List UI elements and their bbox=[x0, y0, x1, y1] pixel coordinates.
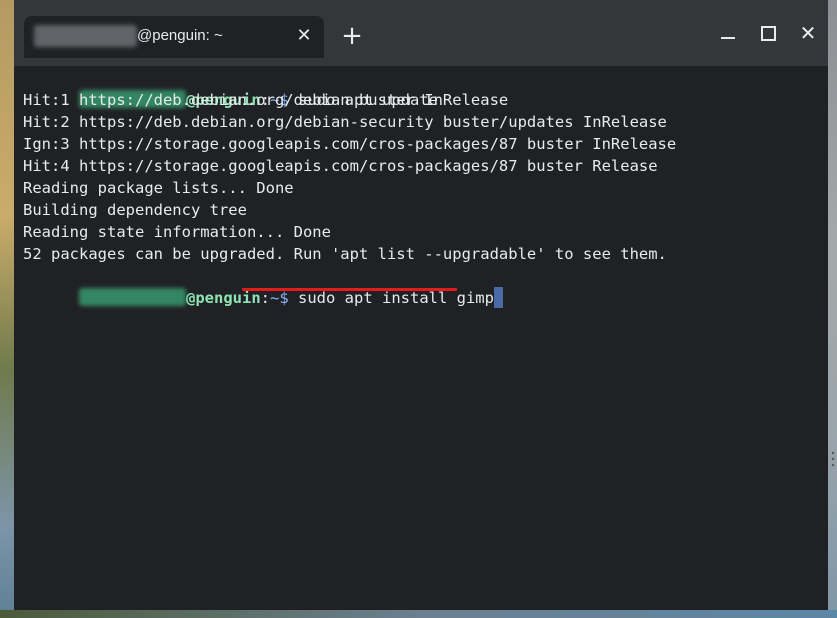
output-line: Reading package lists... Done bbox=[23, 179, 294, 197]
text-cursor bbox=[493, 287, 503, 308]
prompt-path: ~$ bbox=[270, 289, 289, 307]
redacted-username bbox=[34, 25, 137, 47]
highlight-underline bbox=[242, 288, 457, 291]
minimize-icon bbox=[721, 37, 735, 39]
maximize-icon bbox=[760, 26, 776, 41]
window-close-button[interactable]: ✕ bbox=[793, 20, 823, 46]
desktop-wallpaper-left bbox=[0, 0, 14, 618]
output-line: Ign:3 https://storage.googleapis.com/cro… bbox=[23, 135, 677, 153]
output-line: 52 packages can be upgraded. Run 'apt li… bbox=[23, 245, 667, 263]
output-line: Hit:1 https://deb.debian.org/debian bust… bbox=[23, 91, 509, 109]
desktop-wallpaper-bottom bbox=[0, 610, 837, 618]
terminal-output[interactable]: @penguin:~$ sudo apt update Hit:1 https:… bbox=[14, 66, 828, 610]
prompt-line: @penguin:~$ sudo apt install gimp bbox=[23, 265, 503, 308]
output-line: Hit:2 https://deb.debian.org/debian-secu… bbox=[23, 113, 667, 131]
redacted-username bbox=[79, 288, 186, 306]
resize-handle-icon[interactable] bbox=[831, 450, 835, 468]
new-tab-button[interactable]: + bbox=[339, 23, 365, 49]
terminal-window: @penguin: ~ ✕ + ✕ @penguin:~$ sudo apt u… bbox=[14, 0, 828, 610]
command-text: sudo apt install gimp bbox=[288, 289, 494, 307]
prompt-separator: : bbox=[260, 289, 270, 307]
output-line: Reading state information... Done bbox=[23, 223, 331, 241]
tab-title: @penguin: ~ bbox=[137, 27, 223, 44]
title-bar[interactable]: @penguin: ~ ✕ + ✕ bbox=[14, 0, 828, 66]
minimize-button[interactable] bbox=[713, 20, 743, 46]
output-line: Building dependency tree bbox=[23, 201, 247, 219]
tab-terminal[interactable]: @penguin: ~ ✕ bbox=[24, 16, 324, 58]
prompt-line: @penguin:~$ sudo apt update bbox=[23, 67, 438, 109]
prompt-host: @penguin bbox=[186, 289, 261, 307]
desktop-wallpaper-right bbox=[828, 0, 837, 618]
tab-close-icon[interactable]: ✕ bbox=[292, 24, 316, 48]
maximize-button[interactable] bbox=[753, 20, 783, 46]
output-line: Hit:4 https://storage.googleapis.com/cro… bbox=[23, 157, 658, 175]
